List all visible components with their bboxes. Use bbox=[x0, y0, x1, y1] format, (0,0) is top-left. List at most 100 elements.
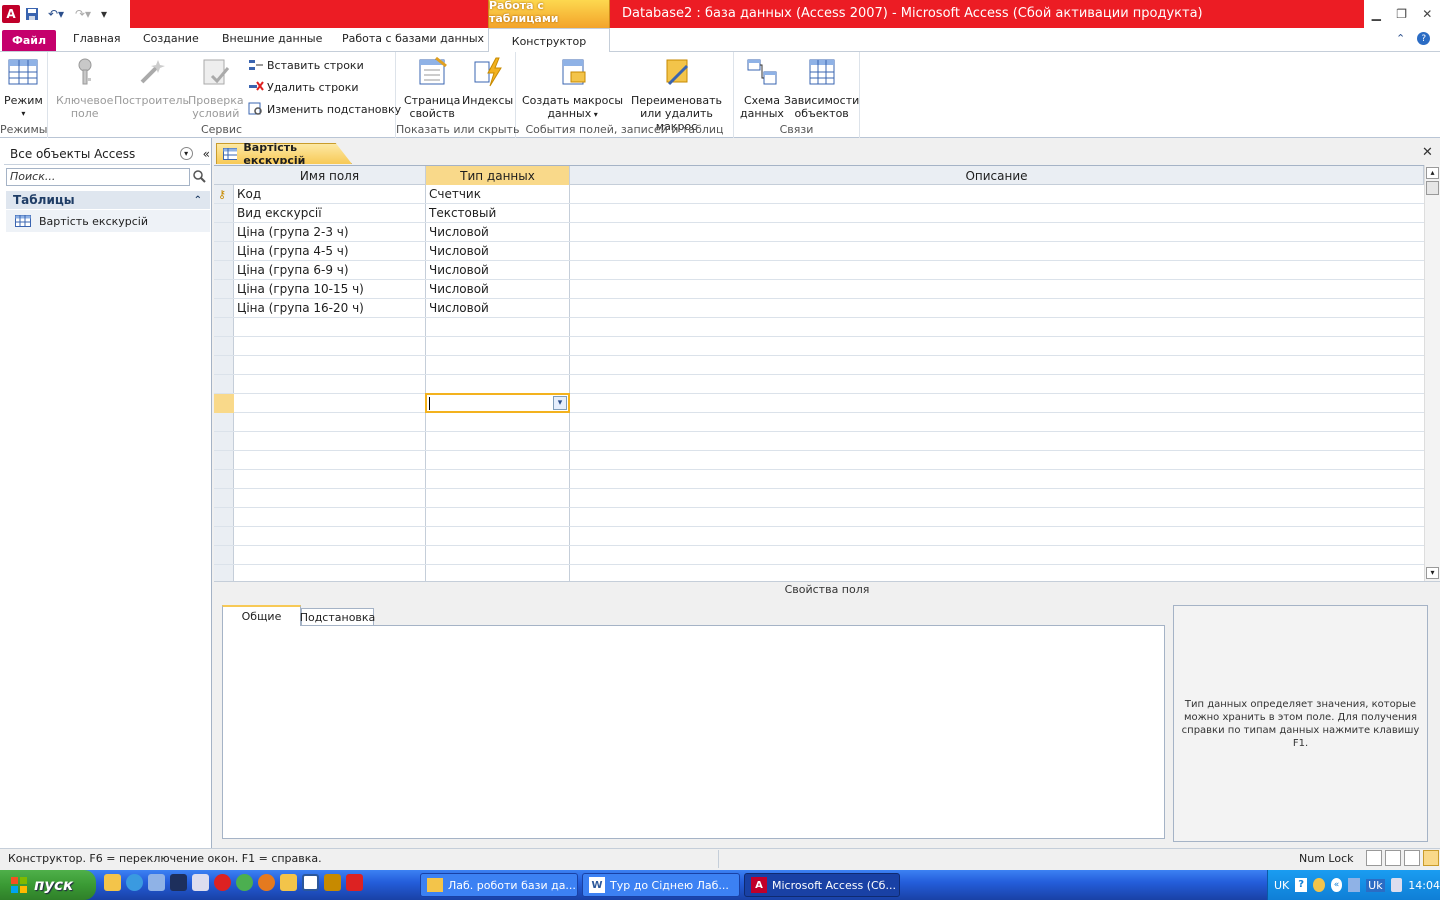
nav-search-input[interactable]: Поиск... bbox=[6, 168, 190, 186]
close-icon[interactable]: ✕ bbox=[1422, 7, 1432, 21]
network-icon[interactable] bbox=[1348, 878, 1361, 892]
header-data-type[interactable]: Тип данных bbox=[426, 166, 570, 185]
grid-vertical-scrollbar[interactable]: ▴ ▾ bbox=[1424, 165, 1440, 581]
pin-icon[interactable] bbox=[324, 874, 341, 891]
save-icon[interactable] bbox=[23, 5, 41, 23]
builder-button[interactable]: Построитель bbox=[114, 56, 189, 107]
data-type-cell[interactable]: Числовой bbox=[429, 261, 489, 280]
active-row-selector[interactable] bbox=[214, 394, 234, 413]
folder-icon[interactable] bbox=[280, 874, 297, 891]
restore-icon[interactable]: ❐ bbox=[1396, 7, 1407, 21]
data-type-editor[interactable]: ▾ bbox=[425, 393, 570, 413]
collapse-nav-icon[interactable]: « bbox=[203, 147, 210, 161]
tab-external-data[interactable]: Внешние данные bbox=[222, 32, 322, 45]
tab-lookup[interactable]: Подстановка bbox=[300, 608, 375, 626]
tab-general[interactable]: Общие bbox=[222, 605, 301, 626]
word-icon: W bbox=[589, 877, 605, 893]
tab-database-tools[interactable]: Работа с базами данных bbox=[342, 32, 484, 45]
mode-button[interactable]: Режим ▾ bbox=[4, 56, 43, 120]
undo-icon[interactable]: ↶▾ bbox=[44, 5, 68, 23]
lookup-icon bbox=[248, 102, 262, 115]
keyboard-layout-indicator[interactable]: Uk bbox=[1366, 878, 1385, 892]
ie-icon[interactable] bbox=[126, 874, 143, 891]
minimize-ribbon-icon[interactable]: ⌃ bbox=[1396, 32, 1405, 45]
customize-qat-icon[interactable]: ▾ bbox=[98, 5, 110, 23]
rename-delete-macro-button[interactable]: Переименовать или удалить макрос bbox=[620, 56, 733, 133]
taskbar-window-word[interactable]: W Тур до Сіднею Лаб... bbox=[582, 873, 740, 897]
header-description[interactable]: Описание bbox=[570, 166, 1424, 185]
pdf-icon[interactable] bbox=[346, 874, 363, 891]
delete-rows-icon bbox=[249, 81, 264, 91]
photoshop-icon[interactable] bbox=[170, 874, 187, 891]
datasheet-view-icon[interactable] bbox=[1366, 850, 1382, 866]
relationships-button[interactable]: Схема данных bbox=[740, 56, 784, 120]
ribbon-tab-row: Главная Создание Внешние данные Работа с… bbox=[0, 28, 1440, 52]
field-name-cell[interactable]: Вид екскурсії bbox=[237, 204, 322, 223]
nav-menu-chevron-icon[interactable]: ▾ bbox=[179, 147, 193, 160]
chevron-left-icon[interactable]: « bbox=[1330, 878, 1343, 892]
tab-create[interactable]: Создание bbox=[143, 32, 199, 45]
header-field-name[interactable]: Имя поля bbox=[234, 166, 426, 185]
design-view-icon[interactable] bbox=[1423, 850, 1439, 866]
data-type-cell[interactable]: Числовой bbox=[429, 299, 489, 318]
scroll-thumb[interactable] bbox=[1426, 181, 1439, 195]
property-sheet-button[interactable]: Страница свойств bbox=[404, 56, 460, 120]
pivotchart-view-icon[interactable] bbox=[1404, 850, 1420, 866]
opera-icon[interactable] bbox=[214, 874, 231, 891]
tab-file[interactable]: Файл bbox=[2, 30, 56, 51]
modify-lookup-button[interactable]: Изменить подстановку bbox=[248, 102, 401, 116]
help-icon[interactable]: ? bbox=[1295, 878, 1307, 892]
dropdown-arrow-icon[interactable]: ▾ bbox=[553, 396, 567, 410]
start-button[interactable]: пуск bbox=[0, 870, 96, 900]
pivottable-view-icon[interactable] bbox=[1385, 850, 1401, 866]
nav-group-tables[interactable]: Таблицы ⌃ bbox=[6, 191, 210, 209]
field-name-cell[interactable]: Ціна (група 10-15 ч) bbox=[237, 280, 364, 299]
language-indicator[interactable]: UK bbox=[1274, 879, 1289, 892]
test-validation-button[interactable]: Проверка условий bbox=[188, 56, 244, 120]
explorer-icon[interactable] bbox=[148, 874, 165, 891]
object-dependencies-button[interactable]: Зависимости объектов bbox=[784, 56, 859, 120]
search-icon[interactable] bbox=[192, 169, 206, 185]
num-lock-indicator: Num Lock bbox=[1299, 852, 1354, 865]
nav-pane-header[interactable]: Все объекты Access ▾ « bbox=[4, 143, 210, 165]
access-app-icon[interactable]: A bbox=[2, 5, 20, 23]
field-name-cell[interactable]: Ціна (група 6-9 ч) bbox=[237, 261, 349, 280]
field-name-cell[interactable]: Код bbox=[237, 185, 261, 204]
collapse-group-icon[interactable]: ⌃ bbox=[194, 195, 202, 206]
data-type-cell[interactable]: Счетчик bbox=[429, 185, 481, 204]
insert-rows-button[interactable]: Вставить строки bbox=[248, 58, 364, 72]
taskbar-window-folder[interactable]: Лаб. роботи бази да... bbox=[420, 873, 578, 897]
delete-rows-button[interactable]: Удалить строки bbox=[248, 80, 359, 94]
document-tab[interactable]: Вартість екскурсій bbox=[216, 143, 352, 164]
primary-key-button[interactable]: Ключевое поле bbox=[56, 56, 113, 120]
field-name-cell[interactable]: Ціна (група 4-5 ч) bbox=[237, 242, 349, 261]
data-type-cell[interactable]: Числовой bbox=[429, 280, 489, 299]
data-type-cell[interactable]: Числовой bbox=[429, 223, 489, 242]
indexes-button[interactable]: Индексы bbox=[462, 56, 513, 107]
pin-icon[interactable] bbox=[1312, 878, 1325, 892]
redo-icon[interactable]: ↷▾ bbox=[71, 5, 95, 23]
validation-icon bbox=[203, 59, 229, 85]
tab-home[interactable]: Главная bbox=[73, 32, 121, 45]
help-icon[interactable]: ? bbox=[1417, 32, 1431, 45]
field-name-cell[interactable]: Ціна (група 2-3 ч) bbox=[237, 223, 349, 242]
tab-designer[interactable]: Конструктор bbox=[488, 28, 610, 53]
create-data-macros-button[interactable]: Создать макросы данных ▾ bbox=[522, 56, 623, 121]
scroll-down-icon[interactable]: ▾ bbox=[1426, 567, 1439, 579]
ribbon-controls: ⌃ ? bbox=[1396, 32, 1436, 45]
nav-item-table[interactable]: Вартість екскурсій bbox=[6, 210, 210, 232]
word-icon[interactable] bbox=[302, 874, 319, 891]
volume-icon[interactable] bbox=[1390, 878, 1403, 892]
taskbar-window-access[interactable]: A Microsoft Access (Сб... bbox=[744, 873, 900, 897]
minimize-icon[interactable]: ▁ bbox=[1372, 7, 1381, 21]
field-name-cell[interactable]: Ціна (група 16-20 ч) bbox=[237, 299, 364, 318]
folder-icon[interactable] bbox=[104, 874, 121, 891]
media-player-icon[interactable] bbox=[258, 874, 275, 891]
data-type-cell[interactable]: Числовой bbox=[429, 242, 489, 261]
chrome-icon[interactable] bbox=[236, 874, 253, 891]
desktop-icon[interactable] bbox=[192, 874, 209, 891]
data-type-cell[interactable]: Текстовый bbox=[429, 204, 496, 223]
close-document-icon[interactable]: ✕ bbox=[1422, 145, 1433, 160]
scroll-up-icon[interactable]: ▴ bbox=[1426, 167, 1439, 179]
row-gridline bbox=[214, 260, 1424, 261]
